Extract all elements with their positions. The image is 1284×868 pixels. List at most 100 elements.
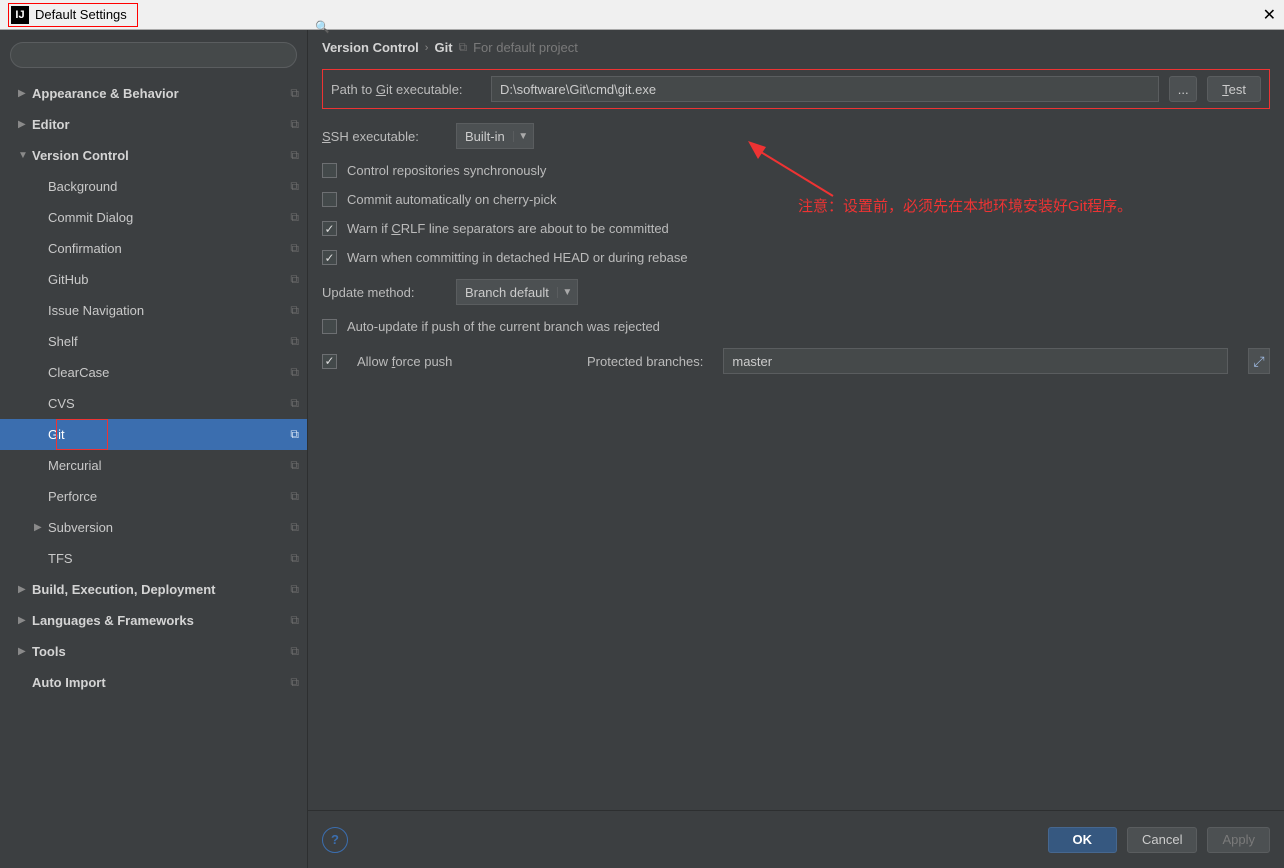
dialog-footer: ? OK Cancel Apply xyxy=(308,810,1284,868)
tree-label: Perforce xyxy=(48,489,290,504)
protected-branches-input[interactable] xyxy=(723,348,1228,374)
breadcrumb-leaf: Git xyxy=(434,40,452,55)
tree-editor[interactable]: ▶Editor⧉ xyxy=(0,109,307,140)
window-titlebar: IJ Default Settings ✕ xyxy=(0,0,1284,30)
tree-vc-perforce[interactable]: Perforce⧉ xyxy=(0,481,307,512)
update-method-label: Update method: xyxy=(322,285,446,300)
test-button[interactable]: Test xyxy=(1207,76,1261,102)
copy-icon: ⧉ xyxy=(290,458,299,473)
tree-label: Confirmation xyxy=(48,241,290,256)
tree-label: Appearance & Behavior xyxy=(32,86,290,101)
tree-build[interactable]: ▶Build, Execution, Deployment⧉ xyxy=(0,574,307,605)
tree-languages[interactable]: ▶Languages & Frameworks⧉ xyxy=(0,605,307,636)
tree-label: Mercurial xyxy=(48,458,290,473)
help-button[interactable]: ? xyxy=(322,827,348,853)
tree-label: Git xyxy=(48,427,290,442)
copy-icon: ⧉ xyxy=(290,489,299,504)
copy-icon: ⧉ xyxy=(290,644,299,659)
tree-label: CVS xyxy=(48,396,290,411)
ssh-select[interactable]: Built-in ▼ xyxy=(456,123,534,149)
copy-icon: ⧉ xyxy=(290,148,299,163)
tree-auto-import[interactable]: Auto Import⧉ xyxy=(0,667,307,698)
search-wrap: 🔍 xyxy=(0,36,307,78)
copy-icon: ⧉ xyxy=(290,551,299,566)
auto-update-push-checkbox[interactable] xyxy=(322,319,337,334)
tree-label: Shelf xyxy=(48,334,290,349)
tree-vc-commit-dialog[interactable]: Commit Dialog⧉ xyxy=(0,202,307,233)
copy-icon: ⧉ xyxy=(459,40,468,55)
ssh-label: SSH executable: xyxy=(322,129,446,144)
warn-crlf-checkbox[interactable] xyxy=(322,221,337,236)
copy-icon: ⧉ xyxy=(290,86,299,101)
tree-vc-cvs[interactable]: CVS⧉ xyxy=(0,388,307,419)
tree-vc-confirmation[interactable]: Confirmation⧉ xyxy=(0,233,307,264)
ssh-select-value: Built-in xyxy=(457,129,513,144)
copy-icon: ⧉ xyxy=(290,613,299,628)
update-method-row: Update method: Branch default ▼ xyxy=(322,279,1270,305)
breadcrumb-scope: For default project xyxy=(473,40,578,55)
tree-vc-issue-navigation[interactable]: Issue Navigation⧉ xyxy=(0,295,307,326)
allow-force-push-checkbox[interactable] xyxy=(322,354,337,369)
git-path-label: Path to Git executable: xyxy=(331,82,481,97)
tree-vc-subversion[interactable]: ▶Subversion⧉ xyxy=(0,512,307,543)
tree-appearance[interactable]: ▶Appearance & Behavior⧉ xyxy=(0,78,307,109)
protected-branches-label: Protected branches: xyxy=(587,354,703,369)
tree-label: Tools xyxy=(32,644,290,659)
allow-force-push-label: Allow force push xyxy=(357,354,567,369)
auto-cherry-label: Commit automatically on cherry-pick xyxy=(347,192,557,207)
copy-icon: ⧉ xyxy=(290,210,299,225)
control-sync-checkbox[interactable] xyxy=(322,163,337,178)
warn-detached-row: Warn when committing in detached HEAD or… xyxy=(322,250,1270,265)
settings-content: Path to Git executable: ... Test SSH exe… xyxy=(308,61,1284,810)
search-input[interactable] xyxy=(10,42,297,68)
tree-vc-github[interactable]: GitHub⧉ xyxy=(0,264,307,295)
tree-version-control[interactable]: ▼Version Control⧉ xyxy=(0,140,307,171)
chevron-right-icon: › xyxy=(425,42,429,54)
browse-button[interactable]: ... xyxy=(1169,76,1197,102)
tree-tools[interactable]: ▶Tools⧉ xyxy=(0,636,307,667)
apply-button[interactable]: Apply xyxy=(1207,827,1270,853)
update-method-select[interactable]: Branch default ▼ xyxy=(456,279,578,305)
control-sync-row: Control repositories synchronously xyxy=(322,163,1270,178)
ok-button[interactable]: OK xyxy=(1048,827,1118,853)
tree-vc-shelf[interactable]: Shelf⧉ xyxy=(0,326,307,357)
warn-crlf-label: Warn if CRLF line separators are about t… xyxy=(347,221,669,236)
git-path-input[interactable] xyxy=(491,76,1159,102)
tree-vc-mercurial[interactable]: Mercurial⧉ xyxy=(0,450,307,481)
tree-label: Issue Navigation xyxy=(48,303,290,318)
copy-icon: ⧉ xyxy=(290,365,299,380)
main-panel: Version Control › Git ⧉ For default proj… xyxy=(308,30,1284,868)
warn-detached-label: Warn when committing in detached HEAD or… xyxy=(347,250,688,265)
copy-icon: ⧉ xyxy=(290,427,299,442)
tree-vc-clearcase[interactable]: ClearCase⧉ xyxy=(0,357,307,388)
auto-cherry-checkbox[interactable] xyxy=(322,192,337,207)
cancel-button[interactable]: Cancel xyxy=(1127,827,1197,853)
update-method-value: Branch default xyxy=(457,285,557,300)
copy-icon: ⧉ xyxy=(290,582,299,597)
copy-icon: ⧉ xyxy=(290,272,299,287)
expand-button[interactable]: ⤢ xyxy=(1248,348,1270,374)
breadcrumb-root: Version Control xyxy=(322,40,419,55)
tree-vc-background[interactable]: Background⧉ xyxy=(0,171,307,202)
chevron-down-icon: ▼ xyxy=(513,131,533,142)
tree-vc-git[interactable]: Git⧉ xyxy=(0,419,307,450)
chevron-down-icon: ▼ xyxy=(557,287,577,298)
close-icon[interactable]: ✕ xyxy=(1263,5,1276,25)
copy-icon: ⧉ xyxy=(290,396,299,411)
titlebar-title-wrap: IJ Default Settings xyxy=(8,3,138,27)
window-body: 🔍 ▶Appearance & Behavior⧉ ▶Editor⧉ ▼Vers… xyxy=(0,30,1284,868)
tree-label: Version Control xyxy=(32,148,290,163)
tree-label: Commit Dialog xyxy=(48,210,290,225)
tree-vc-tfs[interactable]: TFS⧉ xyxy=(0,543,307,574)
path-row-highlight: Path to Git executable: ... Test xyxy=(322,69,1270,109)
tree-label: ClearCase xyxy=(48,365,290,380)
auto-update-push-label: Auto-update if push of the current branc… xyxy=(347,319,660,334)
copy-icon: ⧉ xyxy=(290,241,299,256)
warn-detached-checkbox[interactable] xyxy=(322,250,337,265)
copy-icon: ⧉ xyxy=(290,675,299,690)
app-icon: IJ xyxy=(11,6,29,24)
copy-icon: ⧉ xyxy=(290,117,299,132)
auto-cherry-row: Commit automatically on cherry-pick xyxy=(322,192,1270,207)
copy-icon: ⧉ xyxy=(290,179,299,194)
tree-label: TFS xyxy=(48,551,290,566)
